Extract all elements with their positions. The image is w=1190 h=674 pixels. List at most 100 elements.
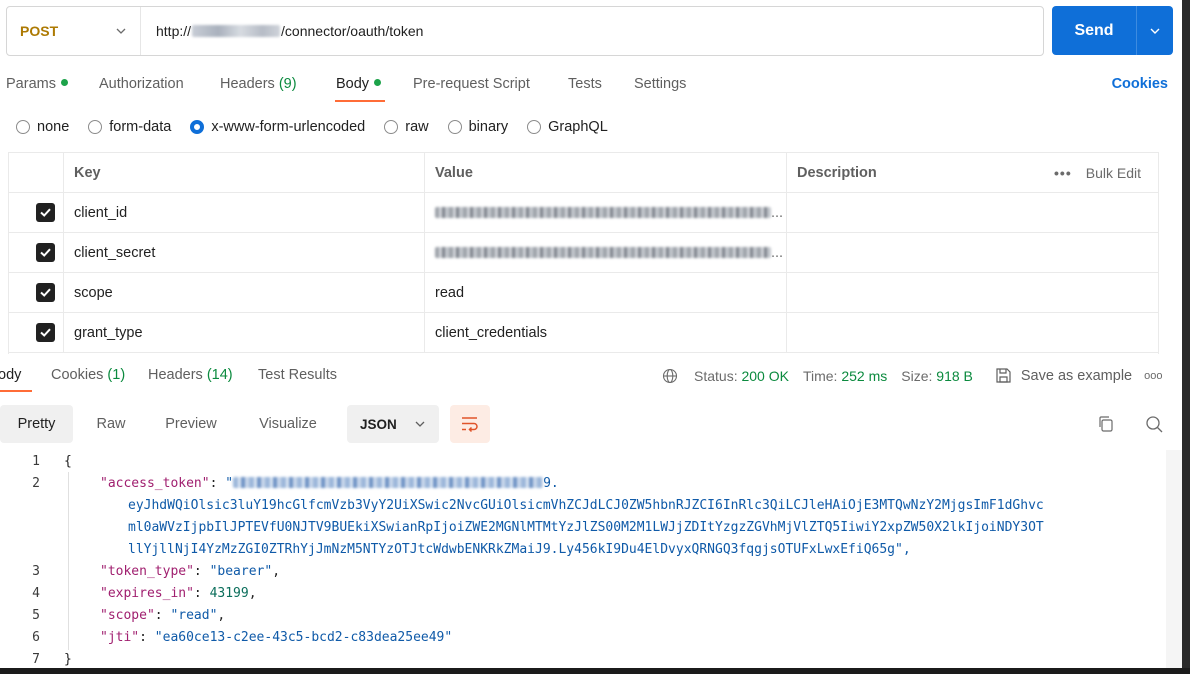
tab-prerequest-script[interactable]: Pre-request Script bbox=[413, 76, 530, 92]
row-description[interactable] bbox=[786, 193, 1158, 232]
row-value[interactable]: ... bbox=[424, 233, 786, 272]
status-value[interactable]: 200 OK bbox=[741, 368, 788, 384]
code-open-brace: { bbox=[64, 454, 72, 469]
tab-params[interactable]: Params bbox=[6, 76, 68, 92]
view-tab-raw[interactable]: Raw bbox=[82, 405, 140, 443]
more-actions-icon[interactable]: ooo bbox=[1144, 370, 1162, 382]
response-tabs: ody Cookies (1) Headers (14) Test Result… bbox=[0, 367, 360, 389]
table-row: client_secret ... bbox=[9, 233, 1158, 273]
code-line-token-type: "token_type": "bearer", bbox=[100, 564, 281, 579]
redacted-value bbox=[435, 247, 771, 258]
row-key[interactable]: scope bbox=[63, 273, 424, 312]
more-options-icon[interactable]: ••• bbox=[1054, 165, 1072, 181]
send-button[interactable]: Send bbox=[1052, 6, 1173, 55]
resp-tab-test-results[interactable]: Test Results bbox=[258, 367, 337, 383]
send-label: Send bbox=[1074, 21, 1114, 39]
tab-tests[interactable]: Tests bbox=[568, 76, 602, 92]
search-icon[interactable] bbox=[1145, 415, 1164, 434]
line-number: 2 bbox=[32, 476, 40, 491]
request-tabs: Params Authorization Headers (9) Body Pr… bbox=[0, 76, 1000, 100]
redacted-token bbox=[233, 477, 544, 488]
cookies-link[interactable]: Cookies bbox=[1112, 76, 1168, 92]
resp-tab-cookies[interactable]: Cookies (1) bbox=[51, 367, 125, 383]
time-value[interactable]: 252 ms bbox=[841, 368, 887, 384]
row-checkbox[interactable] bbox=[36, 323, 55, 342]
radio-form-data[interactable]: form-data bbox=[88, 119, 171, 135]
globe-icon[interactable] bbox=[662, 368, 678, 384]
table-row: grant_type client_credentials bbox=[9, 313, 1158, 353]
size-label: Size: bbox=[901, 367, 933, 384]
row-value[interactable]: ... bbox=[424, 193, 786, 232]
row-value[interactable]: read bbox=[424, 273, 786, 312]
row-key[interactable]: grant_type bbox=[63, 313, 424, 352]
code-line-expires-in: "expires_in": 43199, bbox=[100, 586, 257, 601]
radio-circle bbox=[384, 120, 399, 134]
resp-active-tab-underline bbox=[0, 390, 32, 392]
bulk-edit-area: ••• Bulk Edit bbox=[1054, 165, 1141, 181]
send-options-button[interactable] bbox=[1137, 26, 1173, 36]
line-number: 5 bbox=[32, 608, 40, 623]
params-table: Key Value Description ••• Bulk Edit clie… bbox=[8, 152, 1159, 354]
url-prefix: http:// bbox=[156, 23, 192, 39]
params-active-dot bbox=[60, 79, 68, 86]
view-tab-pretty[interactable]: Pretty bbox=[0, 405, 73, 443]
row-checkbox[interactable] bbox=[36, 283, 55, 302]
view-tab-visualize[interactable]: Visualize bbox=[246, 405, 330, 443]
header-value: Value bbox=[424, 153, 786, 192]
row-description[interactable] bbox=[786, 313, 1158, 352]
resp-tab-headers[interactable]: Headers (14) bbox=[148, 367, 233, 383]
radio-raw[interactable]: raw bbox=[384, 119, 429, 135]
method-select[interactable]: POST bbox=[7, 7, 141, 55]
response-body-code[interactable]: 1 2 3 4 5 6 7 { "access_token": " 9. eyJh… bbox=[0, 450, 1166, 674]
body-active-dot bbox=[374, 79, 382, 86]
tab-authorization[interactable]: Authorization bbox=[99, 76, 184, 92]
check-icon bbox=[40, 328, 51, 337]
check-icon bbox=[40, 288, 51, 297]
line-number: 6 bbox=[32, 630, 40, 645]
resp-tab-body[interactable]: ody bbox=[0, 367, 21, 383]
code-token-wrap-1: eyJhdWQiOlsic3luY19hcGlfcmVzb3VyY2UiXSwi… bbox=[128, 498, 1044, 513]
tab-headers[interactable]: Headers (9) bbox=[220, 76, 297, 92]
bulk-edit-link[interactable]: Bulk Edit bbox=[1086, 165, 1141, 181]
row-checkbox[interactable] bbox=[36, 243, 55, 262]
radio-none[interactable]: none bbox=[16, 119, 69, 135]
tab-body[interactable]: Body bbox=[336, 76, 382, 92]
cookies-count: (1) bbox=[107, 367, 126, 383]
row-value[interactable]: client_credentials bbox=[424, 313, 786, 352]
radio-circle bbox=[16, 120, 30, 134]
table-header-row: Key Value Description ••• Bulk Edit bbox=[9, 153, 1158, 193]
radio-circle bbox=[88, 120, 103, 134]
line-number: 4 bbox=[32, 586, 40, 601]
header-key: Key bbox=[63, 153, 424, 192]
line-number: 7 bbox=[32, 652, 40, 667]
save-as-example-button[interactable]: Save as example bbox=[995, 367, 1132, 384]
tab-settings[interactable]: Settings bbox=[634, 76, 686, 92]
chevron-down-icon bbox=[415, 421, 425, 427]
format-label: JSON bbox=[360, 416, 397, 432]
row-description[interactable] bbox=[786, 273, 1158, 312]
radio-circle-selected bbox=[190, 120, 205, 134]
code-line-access-token: "access_token": " 9. bbox=[100, 476, 559, 491]
wrap-lines-icon bbox=[462, 417, 478, 433]
radio-x-www-form-urlencoded[interactable]: x-www-form-urlencoded bbox=[190, 119, 365, 135]
active-tab-underline bbox=[335, 100, 385, 102]
code-token-wrap-3: llYjllNjI4YzMzZGI0ZTRhYjJmNzM5NTYzOTJtcW… bbox=[128, 542, 911, 557]
row-key[interactable]: client_secret bbox=[63, 233, 424, 272]
url-input[interactable]: http:// /connector/oauth/token bbox=[141, 23, 423, 39]
table-row: client_id ... bbox=[9, 193, 1158, 233]
radio-binary[interactable]: binary bbox=[447, 119, 508, 135]
row-key[interactable]: client_id bbox=[63, 193, 424, 232]
wrap-lines-button[interactable] bbox=[450, 405, 490, 443]
size-value[interactable]: 918 B bbox=[936, 368, 973, 384]
save-as-example-label: Save as example bbox=[1020, 367, 1133, 384]
chevron-down-icon bbox=[1150, 28, 1160, 34]
radio-graphql[interactable]: GraphQL bbox=[527, 119, 608, 135]
row-description[interactable] bbox=[786, 233, 1158, 272]
row-checkbox[interactable] bbox=[36, 203, 55, 222]
view-tab-preview[interactable]: Preview bbox=[152, 405, 230, 443]
response-meta: Status: 200 OK Time: 252 ms Size: 918 B … bbox=[662, 367, 1162, 384]
check-icon bbox=[40, 248, 51, 257]
copy-icon[interactable] bbox=[1097, 415, 1115, 433]
format-select[interactable]: JSON bbox=[347, 405, 439, 443]
check-icon bbox=[40, 208, 51, 217]
